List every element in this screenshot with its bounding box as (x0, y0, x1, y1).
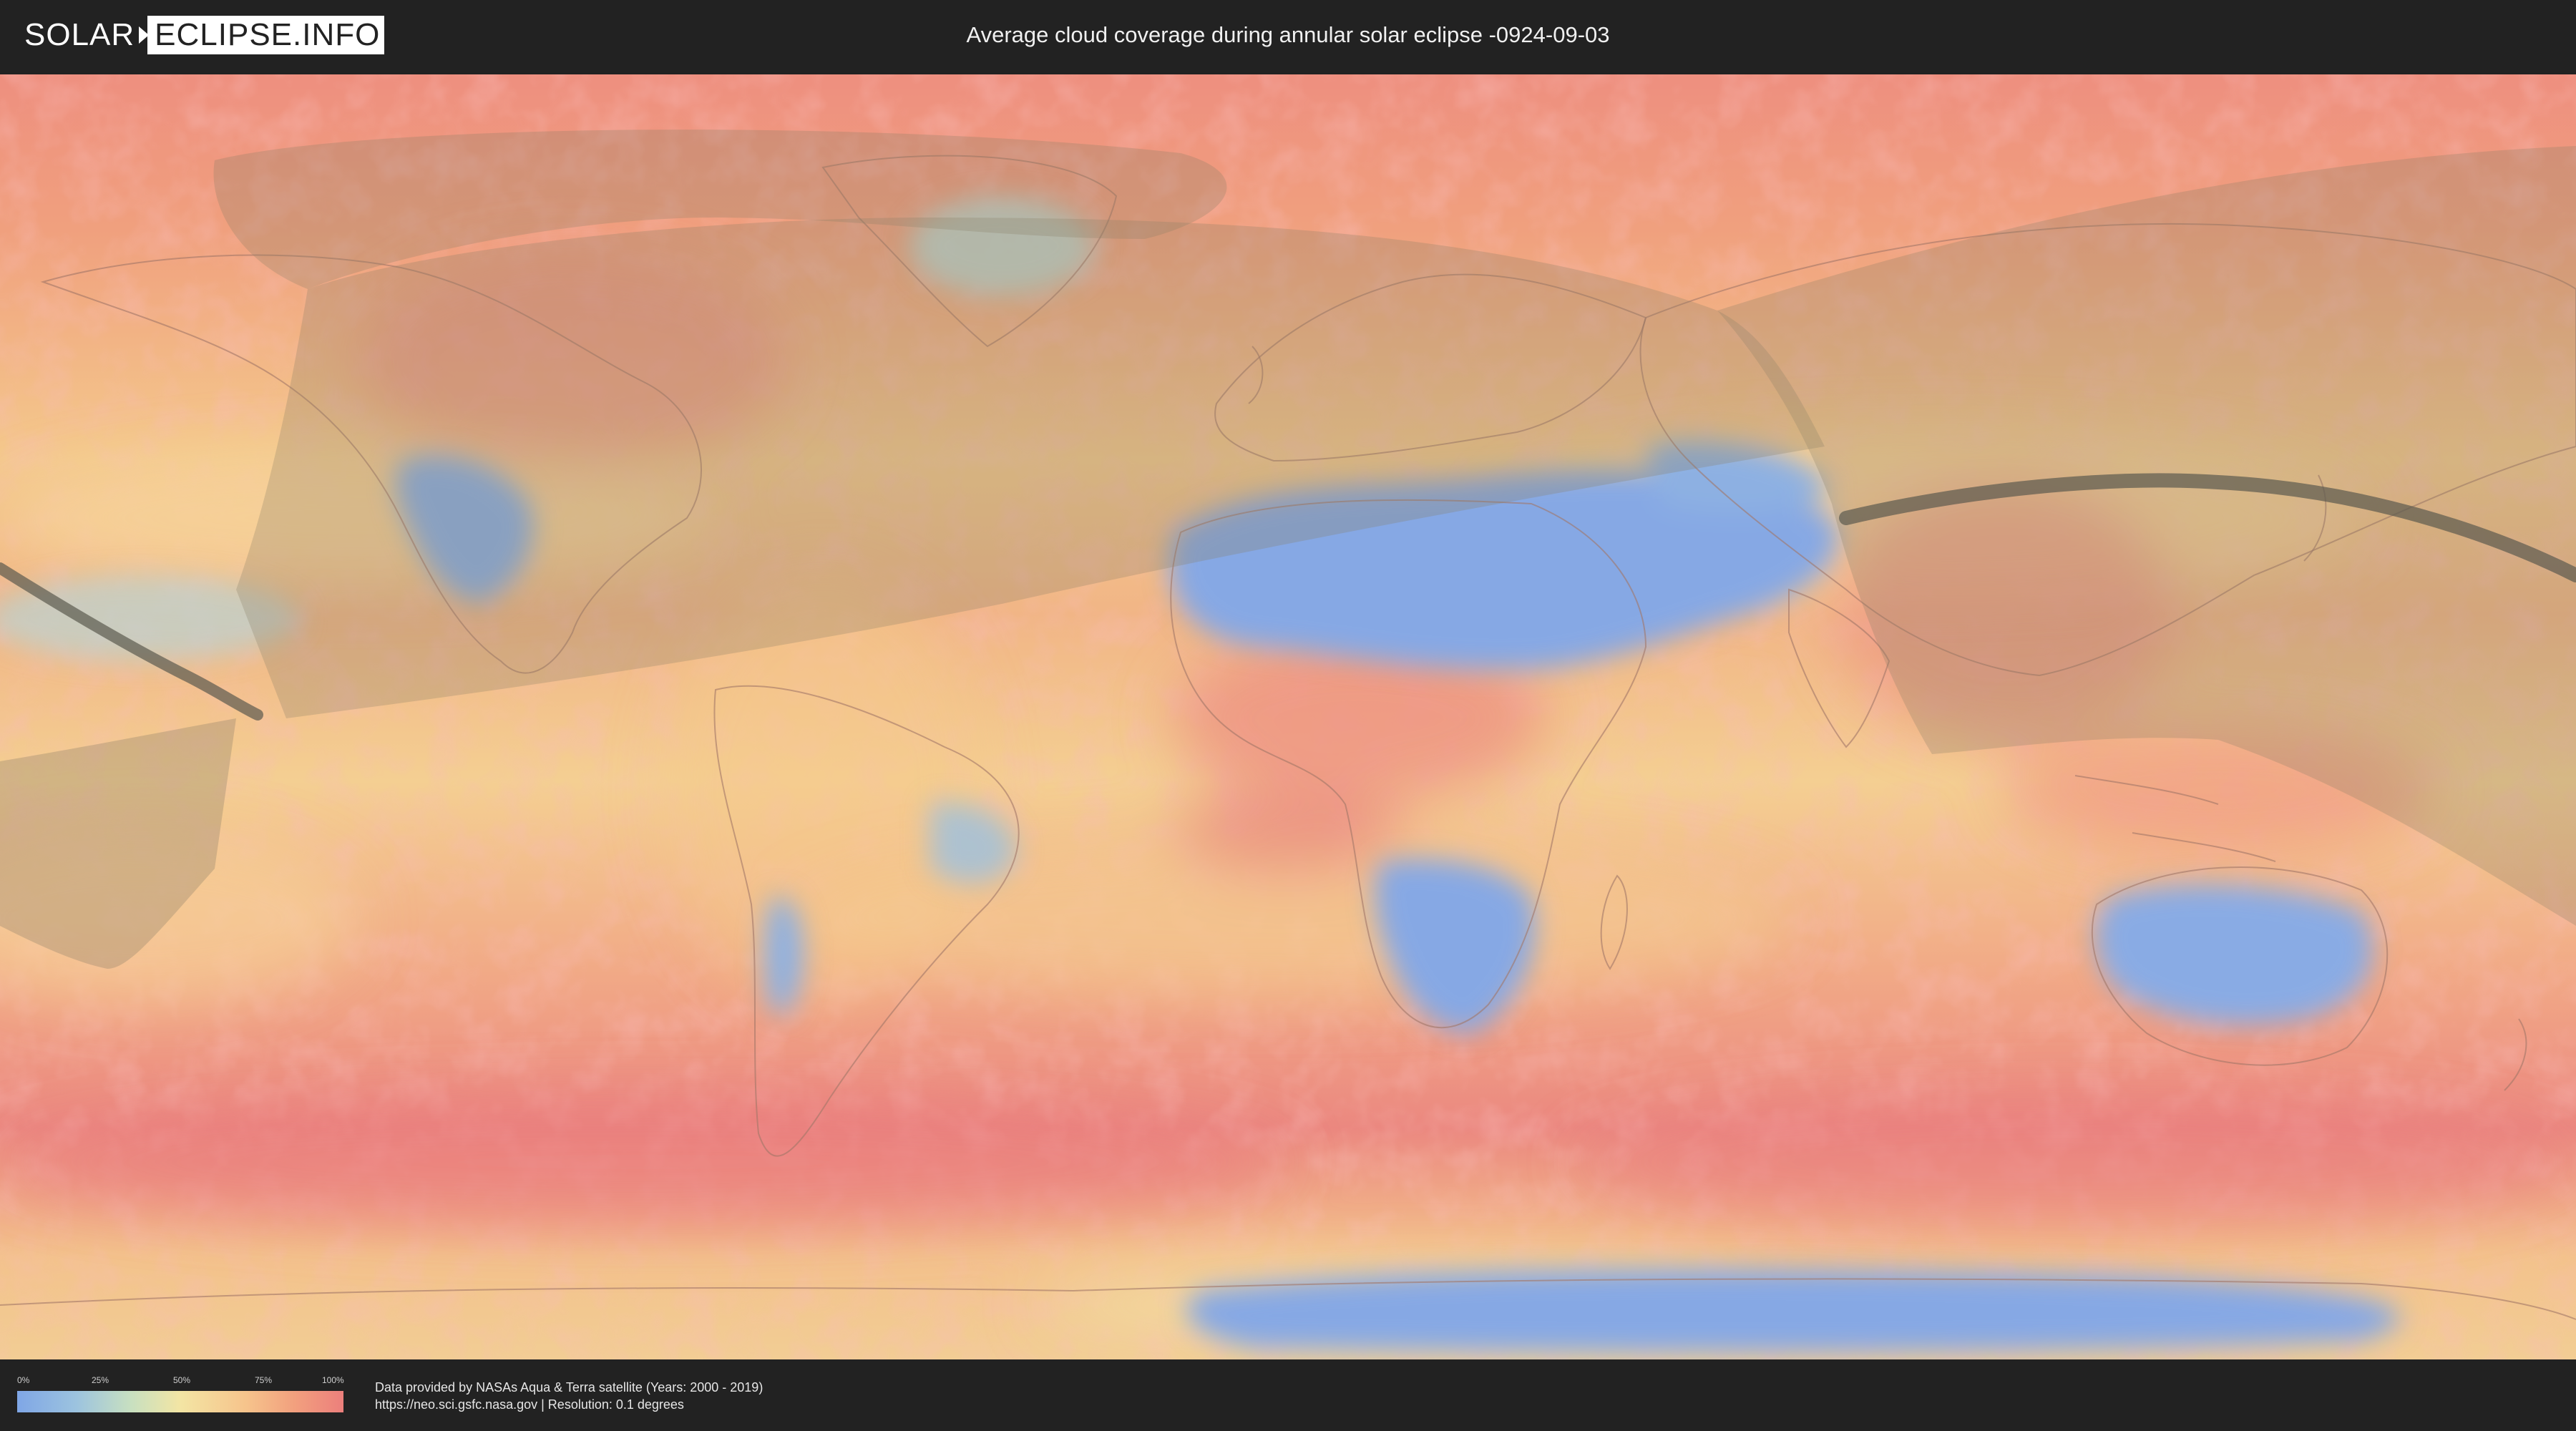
legend-tick-25: 25% (92, 1375, 109, 1385)
legend-tick-75: 75% (255, 1375, 273, 1385)
page: SOLAR ECLIPSE.INFO Average cloud coverag… (0, 0, 2576, 1431)
data-credit: Data provided by NASAs Aqua & Terra sate… (375, 1380, 763, 1395)
cloud-coverage-map[interactable] (0, 74, 2576, 1359)
legend-tick-100: 100% (322, 1375, 344, 1385)
cloud-coverage-legend: 0% 25% 50% 75% 100% (17, 1375, 344, 1415)
page-title: Average cloud coverage during annular so… (966, 22, 1610, 47)
data-source-url: https://neo.sci.gsfc.nasa.gov | Resoluti… (375, 1397, 684, 1412)
map-canvas (0, 74, 2576, 1359)
legend-tick-0: 0% (17, 1375, 30, 1385)
footer-bar: 0% 25% 50% 75% 100% Data provided by NAS… (0, 1359, 2576, 1431)
header-bar: SOLAR ECLIPSE.INFO Average cloud coverag… (0, 0, 2576, 72)
legend-color-bar (17, 1391, 343, 1412)
legend-tick-50: 50% (173, 1375, 191, 1385)
